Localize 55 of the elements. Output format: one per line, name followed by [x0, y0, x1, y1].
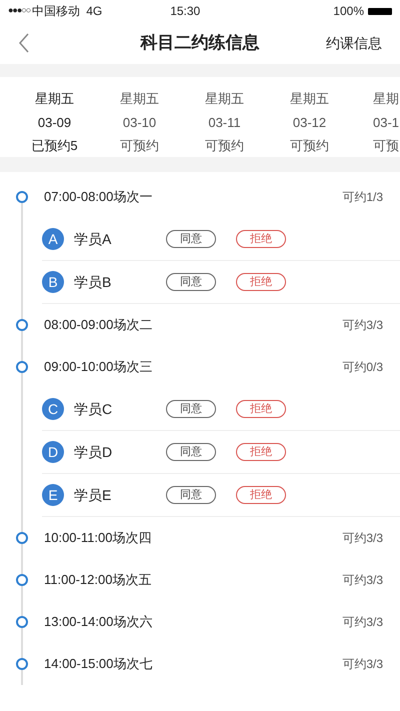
session-time: 07:00-08:00场次一 [44, 188, 152, 206]
session-availability: 可约3/3 [342, 572, 383, 589]
carrier-name: 中国移动 [32, 3, 80, 20]
timeline-node-icon [16, 658, 28, 670]
reject-button[interactable]: 拒绝 [236, 230, 286, 248]
session-availability: 可约3/3 [342, 614, 383, 631]
session-time: 14:00-15:00场次七 [44, 655, 152, 674]
reject-button[interactable]: 拒绝 [236, 400, 286, 418]
session-availability: 可约3/3 [342, 530, 383, 547]
agree-button[interactable]: 同意 [166, 230, 216, 248]
date-tab[interactable]: 星期 03-1 可预 [352, 77, 400, 157]
booking-info-link[interactable]: 约课信息 [326, 32, 382, 54]
date-tab[interactable]: 星期五 03-12 可预约 [267, 77, 352, 157]
agree-button[interactable]: 同意 [166, 400, 216, 418]
reject-button[interactable]: 拒绝 [236, 273, 286, 291]
timeline-node-icon [16, 361, 28, 373]
student-name: 学员E [74, 486, 112, 504]
agree-button[interactable]: 同意 [166, 443, 216, 461]
session-availability: 可约3/3 [342, 656, 383, 673]
battery-percent: 100% [333, 3, 364, 20]
agree-button[interactable]: 同意 [166, 273, 216, 291]
student-avatar: B [42, 271, 64, 293]
session-availability: 可约3/3 [342, 317, 383, 334]
reject-button[interactable]: 拒绝 [236, 443, 286, 461]
student-name: 学员D [74, 442, 114, 462]
battery-icon [368, 8, 392, 14]
timeline-node-icon [16, 319, 28, 331]
student-name: 学员B [74, 272, 112, 292]
date-tab[interactable]: 星期五 03-09 已预约5 [12, 77, 97, 157]
date-tab[interactable]: 星期五 03-10 可预约 [97, 77, 182, 157]
student-avatar: A [42, 228, 64, 250]
network-type: 4G [86, 3, 102, 20]
session-time: 08:00-09:00场次二 [44, 316, 152, 334]
timeline-node-icon [16, 574, 28, 586]
reject-button[interactable]: 拒绝 [236, 486, 286, 504]
timeline-node-icon [16, 616, 28, 628]
clock: 15:30 [170, 3, 200, 20]
session-availability: 可约1/3 [342, 189, 383, 206]
student-avatar: C [42, 398, 64, 420]
agree-button[interactable]: 同意 [166, 486, 216, 504]
session-time: 10:00-11:00场次四 [44, 529, 152, 548]
back-icon[interactable] [18, 33, 30, 53]
session-time: 09:00-10:00场次三 [44, 358, 152, 376]
page-title: 科目二约练信息 [139, 32, 260, 54]
timeline-node-icon [16, 191, 28, 203]
session-time: 13:00-14:00场次六 [44, 613, 152, 632]
timeline-node-icon [16, 532, 28, 544]
signal-indicator: ●●●○○ [8, 4, 30, 18]
student-avatar: E [42, 484, 64, 506]
student-avatar: D [42, 441, 64, 463]
session-time: 11:00-12:00场次五 [44, 571, 152, 590]
session-availability: 可约0/3 [342, 359, 383, 376]
date-tab[interactable]: 星期五 03-11 可预约 [182, 77, 267, 157]
student-name: 学员C [74, 400, 114, 418]
student-name: 学员A [74, 230, 112, 248]
